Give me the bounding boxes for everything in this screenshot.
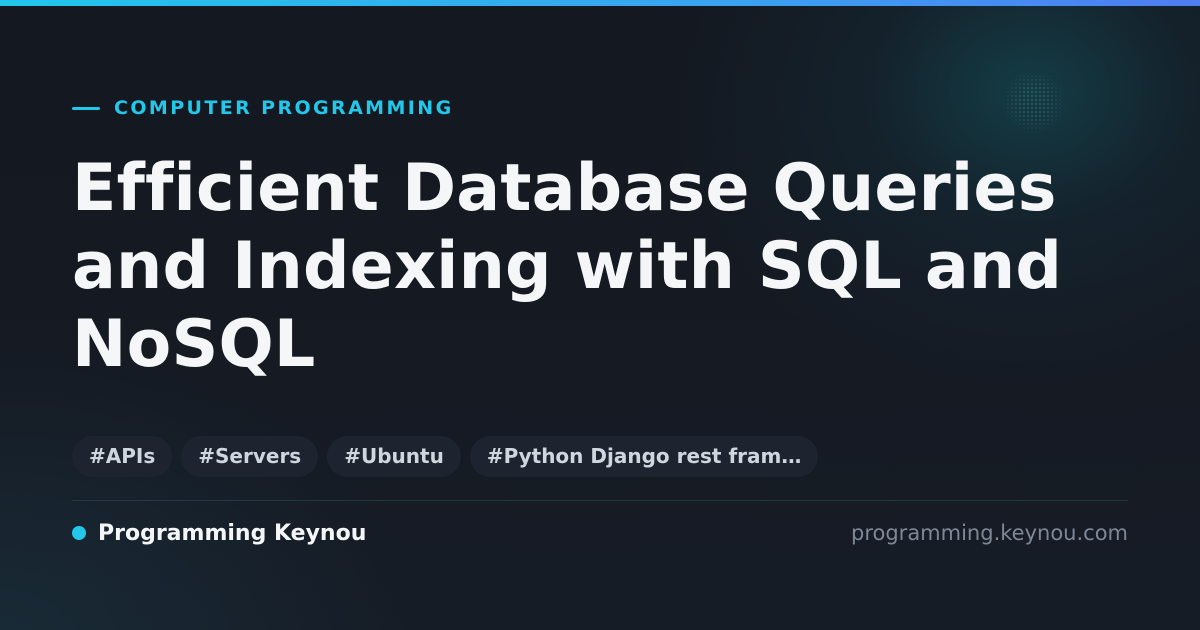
dash-icon [72, 106, 100, 110]
accent-top-bar [0, 0, 1200, 6]
og-card: COMPUTER PROGRAMMING Efficient Database … [0, 0, 1200, 630]
tag-chip[interactable]: #Servers [181, 436, 319, 477]
tag-chip[interactable]: #APIs [72, 436, 173, 477]
tag-chip[interactable]: #Ubuntu [327, 436, 461, 477]
tag-chip[interactable]: #Python Django rest fram… [469, 436, 819, 477]
category-eyebrow: COMPUTER PROGRAMMING [72, 96, 454, 120]
tag-list: #APIs #Servers #Ubuntu #Python Django re… [72, 436, 819, 477]
dot-icon [72, 526, 86, 540]
brand: Programming Keynou [72, 518, 366, 548]
article-title: Efficient Database Queries and Indexing … [72, 151, 1063, 382]
dot-pattern-decoration [1002, 70, 1066, 134]
brand-name: Programming Keynou [98, 520, 367, 546]
category-label: COMPUTER PROGRAMMING [114, 97, 454, 119]
footer-divider [72, 500, 1128, 501]
site-url[interactable]: programming.keynou.com [851, 518, 1128, 548]
